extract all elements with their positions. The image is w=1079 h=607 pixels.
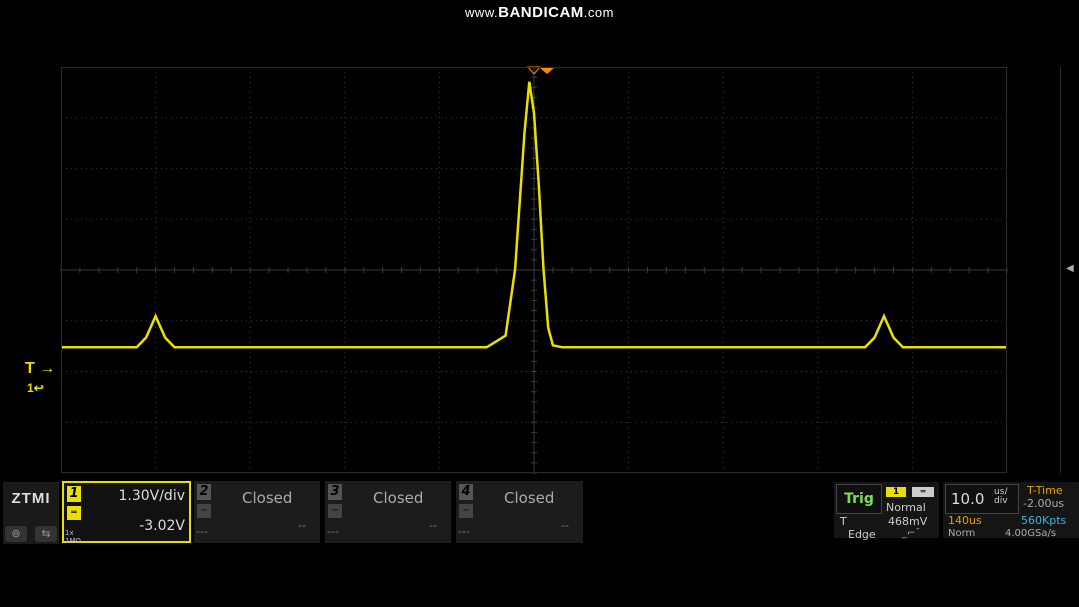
channel-3-status: Closed xyxy=(373,489,424,507)
channel-2-panel[interactable]: 2 ─ Closed -- --- xyxy=(194,481,320,543)
timebase-unit: us/div xyxy=(994,487,1008,506)
channel-1-impedance: 1x 1MΩ xyxy=(65,529,81,545)
logo-text: ZTMI xyxy=(11,490,51,507)
connect-icon[interactable]: ⇆ xyxy=(35,526,57,542)
channel-1-number: 1 xyxy=(67,486,81,502)
brand-logo: ZTMI ⊚ ⇆ xyxy=(3,482,59,544)
channel-1-offset[interactable]: -3.02V xyxy=(139,518,185,534)
channel-2-placeholder: --- xyxy=(196,525,208,538)
trigger-coupling-icon: ═ xyxy=(912,487,934,497)
channel-3-placeholder: --- xyxy=(327,525,339,538)
trigger-mode[interactable]: Normal xyxy=(886,501,926,514)
channel-2-number: 2 xyxy=(197,484,211,500)
trigger-type-letter: T xyxy=(840,515,847,528)
channel-3-panel[interactable]: 3 ─ Closed -- --- xyxy=(325,481,451,543)
t-time-value[interactable]: -2.00us xyxy=(1023,497,1064,510)
channel-2-value: -- xyxy=(298,519,306,532)
channel-3-number: 3 xyxy=(328,484,342,500)
wave-icon[interactable]: ⊚ xyxy=(5,526,27,542)
timebase-scale[interactable]: 10.0 us/div xyxy=(945,484,1019,514)
acquisition-mode[interactable]: Norm xyxy=(948,528,975,539)
channel-4-number: 4 xyxy=(459,484,473,500)
sample-rate: 4.00GSa/s xyxy=(1005,528,1057,539)
channel-1-panel[interactable]: 1 ═ 1.30V/div -3.02V 1x 1MΩ xyxy=(62,481,191,545)
trigger-type[interactable]: Edge xyxy=(848,528,876,541)
trigger-level[interactable]: 468mV xyxy=(888,515,927,528)
trigger-panel[interactable]: Trig 1 ═ Normal T 468mV Edge _⌐¯ xyxy=(834,482,939,541)
expand-left-icon[interactable]: ◀ xyxy=(1066,263,1074,274)
channel-4-panel[interactable]: 4 ─ Closed -- --- xyxy=(456,481,583,543)
trigger-source-badge: 1 xyxy=(886,487,906,497)
side-menu-tab[interactable]: ◀ xyxy=(1060,67,1079,473)
time-range: 140us xyxy=(948,514,982,527)
t-time-label: T-Time xyxy=(1027,484,1063,497)
timebase-panel[interactable]: 10.0 us/div T-Time -2.00us 140us 560Kpts… xyxy=(943,482,1079,539)
dc-coupling-icon: ═ xyxy=(67,506,81,520)
channel-4-placeholder: --- xyxy=(458,525,470,538)
channel-2-status: Closed xyxy=(242,489,293,507)
channel-1-scale[interactable]: 1.30V/div xyxy=(118,488,185,504)
channel-3-value: -- xyxy=(429,519,437,532)
trigger-label[interactable]: Trig xyxy=(836,484,882,514)
timebase-scale-value: 10.0 xyxy=(951,490,985,508)
coupling-icon: ─ xyxy=(459,504,473,518)
display-frame xyxy=(61,67,1007,473)
memory-depth[interactable]: 560Kpts xyxy=(1021,514,1066,527)
trigger-level-marker[interactable]: T → xyxy=(25,360,55,378)
status-bar: ZTMI ⊚ ⇆ 1 ═ 1.30V/div -3.02V 1x 1MΩ 2 ─ … xyxy=(0,478,1079,545)
channel-4-value: -- xyxy=(561,519,569,532)
rising-edge-icon: _⌐¯ xyxy=(902,528,921,539)
coupling-icon: ─ xyxy=(197,504,211,518)
channel-4-status: Closed xyxy=(504,489,555,507)
coupling-icon: ─ xyxy=(328,504,342,518)
channel-1-ground-marker[interactable]: 1↩ xyxy=(27,381,44,395)
